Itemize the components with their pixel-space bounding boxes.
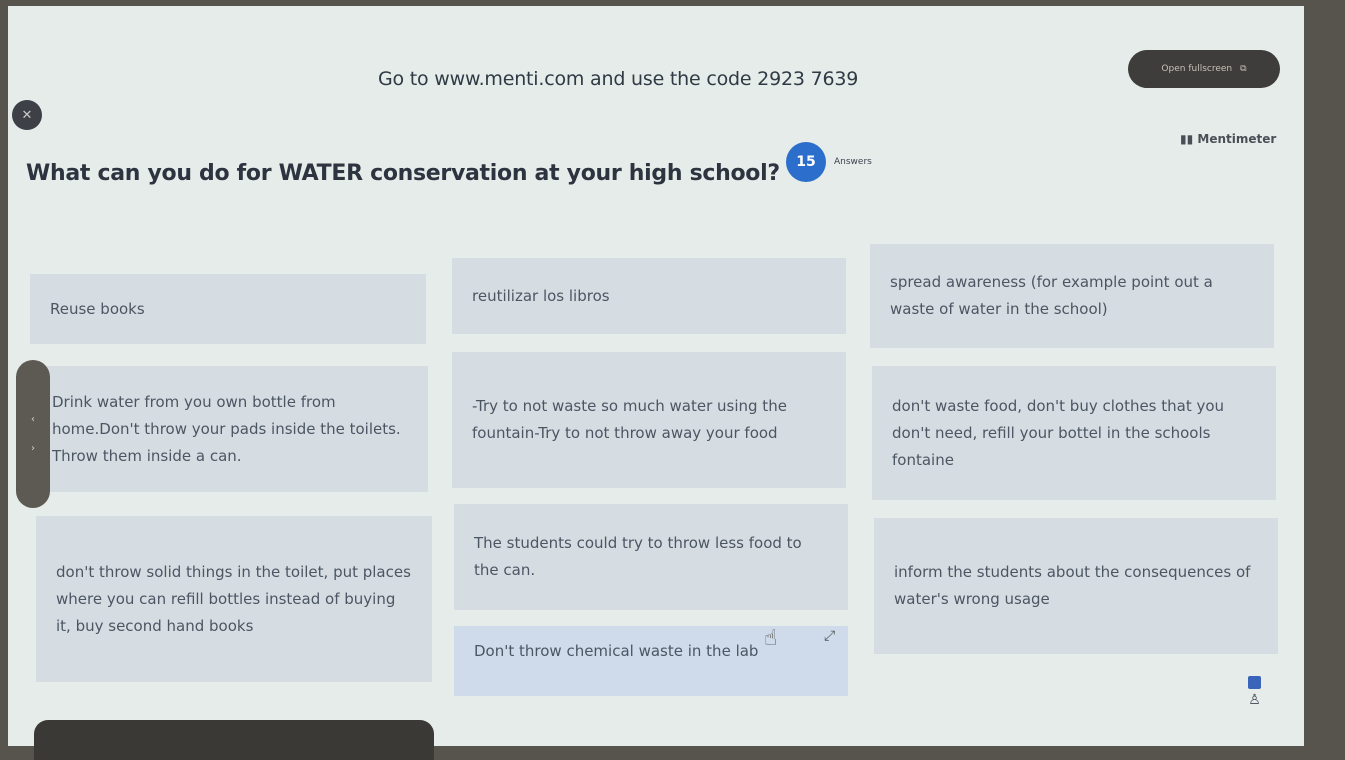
response-text: reutilizar los libros xyxy=(472,286,610,305)
answer-count: 15 xyxy=(786,142,826,182)
bottom-toolbar[interactable] xyxy=(34,720,434,760)
brand-logo: ▮▮ Mentimeter xyxy=(1180,132,1276,146)
close-button[interactable]: ✕ xyxy=(12,100,42,130)
response-text: Drink water from you own bottle from hom… xyxy=(52,392,401,465)
fullscreen-label: Open fullscreen xyxy=(1161,64,1233,74)
audience-indicator[interactable]: ♙ xyxy=(1248,676,1261,707)
response-text: don't throw solid things in the toilet, … xyxy=(56,562,411,635)
response-card: don't waste food, don't buy clothes that… xyxy=(872,366,1276,500)
response-card: spread awareness (for example point out … xyxy=(870,244,1274,348)
response-text: The students could try to throw less foo… xyxy=(474,534,802,579)
response-text: Reuse books xyxy=(50,299,145,318)
response-card: inform the students about the consequenc… xyxy=(874,518,1278,654)
response-card: The students could try to throw less foo… xyxy=(454,504,848,610)
answer-count-label: Answers xyxy=(834,157,872,167)
chevron-up-icon[interactable]: ‹ xyxy=(31,414,35,425)
response-text: spread awareness (for example point out … xyxy=(890,273,1213,318)
join-instructions: Go to www.menti.com and use the code 292… xyxy=(378,68,859,90)
expand-icon[interactable]: ⤢ xyxy=(824,628,835,644)
qr-icon xyxy=(1248,676,1261,689)
side-navigation-handle[interactable]: ‹ › xyxy=(16,360,50,508)
question-title: What can you do for WATER conservation a… xyxy=(26,161,780,186)
chevron-down-icon[interactable]: › xyxy=(31,443,35,454)
bar-chart-icon: ▮▮ xyxy=(1180,132,1194,146)
person-icon: ♙ xyxy=(1248,692,1261,708)
presentation-screen: ✕ Go to www.menti.com and use the code 2… xyxy=(8,6,1304,746)
response-card: -Try to not waste so much water using th… xyxy=(452,352,846,488)
hand-cursor-icon: ☝ xyxy=(764,626,778,651)
response-card-hovered[interactable]: Don't throw chemical waste in the lab xyxy=(454,626,848,696)
response-text: inform the students about the consequenc… xyxy=(894,563,1251,608)
answers-badge: 15 Answers xyxy=(786,142,872,182)
external-link-icon: ⧉ xyxy=(1240,64,1247,74)
response-card: Reuse books xyxy=(30,274,426,344)
response-card: reutilizar los libros xyxy=(452,258,846,334)
response-card: don't throw solid things in the toilet, … xyxy=(36,516,432,682)
brand-name: Mentimeter xyxy=(1197,132,1277,146)
close-icon: ✕ xyxy=(21,107,33,123)
fullscreen-button[interactable]: Open fullscreen ⧉ xyxy=(1128,50,1280,88)
response-text: -Try to not waste so much water using th… xyxy=(472,397,787,442)
response-card: Drink water from you own bottle from hom… xyxy=(32,366,428,492)
response-text: don't waste food, don't buy clothes that… xyxy=(892,396,1225,469)
response-text: Don't throw chemical waste in the lab xyxy=(474,642,759,660)
